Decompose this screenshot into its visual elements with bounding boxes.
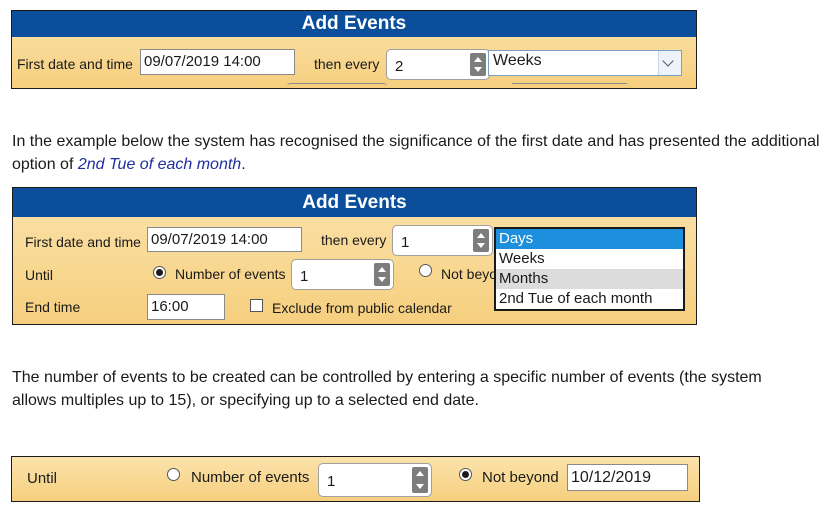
until-panel: Until Number of events 1 Not beyond 10/1… bbox=[11, 456, 700, 502]
intro-paragraph: In the example below the system has reco… bbox=[12, 130, 827, 176]
dropdown-option-weeks[interactable]: Weeks bbox=[496, 249, 683, 269]
until-label: Until bbox=[27, 470, 58, 487]
number-of-events-stepper[interactable]: 1 bbox=[291, 259, 394, 290]
unit-select[interactable]: Weeks bbox=[488, 50, 682, 76]
every-stepper[interactable]: 2 bbox=[386, 49, 490, 80]
chevron-down-icon[interactable] bbox=[658, 51, 681, 75]
panel-title: Add Events bbox=[12, 11, 696, 37]
first-date-label: First date and time bbox=[17, 56, 133, 72]
panel-bottom-edge bbox=[287, 83, 387, 88]
first-date-label: First date and time bbox=[25, 234, 141, 250]
stepper-arrows-icon[interactable] bbox=[374, 263, 390, 286]
number-of-events-label: Number of events bbox=[175, 266, 286, 282]
dropdown-option-days[interactable]: Days bbox=[496, 229, 683, 249]
panel-title: Add Events bbox=[13, 188, 696, 217]
number-of-events-value: 1 bbox=[300, 267, 309, 285]
not-beyond-label: Not beyond bbox=[482, 469, 559, 486]
stepper-arrows-icon[interactable] bbox=[412, 467, 428, 493]
exclude-label: Exclude from public calendar bbox=[272, 300, 452, 316]
number-of-events-stepper[interactable]: 1 bbox=[318, 463, 432, 497]
every-value: 1 bbox=[401, 233, 410, 251]
panel-bottom-edge bbox=[512, 83, 627, 88]
number-of-events-value: 1 bbox=[327, 473, 336, 491]
unit-dropdown-list[interactable]: Days Weeks Months 2nd Tue of each month bbox=[494, 227, 685, 311]
add-events-panel-2: Add Events First date and time 09/07/201… bbox=[12, 187, 697, 325]
every-stepper[interactable]: 1 bbox=[392, 225, 493, 256]
not-beyond-radio[interactable] bbox=[419, 264, 432, 277]
until-label: Until bbox=[25, 267, 54, 283]
add-events-panel-1: Add Events First date and time 09/07/201… bbox=[11, 10, 697, 89]
then-every-label: then every bbox=[314, 56, 380, 72]
first-date-input[interactable]: 09/07/2019 14:00 bbox=[147, 227, 302, 252]
limit-paragraph: The number of events to be created can b… bbox=[12, 369, 762, 409]
end-time-input[interactable]: 16:00 bbox=[147, 294, 225, 320]
stepper-arrows-icon[interactable] bbox=[470, 53, 486, 76]
number-of-events-radio[interactable] bbox=[167, 468, 180, 481]
number-of-events-radio[interactable] bbox=[153, 266, 166, 279]
end-time-label: End time bbox=[25, 299, 81, 315]
number-of-events-label: Number of events bbox=[191, 469, 310, 486]
unit-select-value: Weeks bbox=[493, 52, 542, 69]
every-value: 2 bbox=[395, 57, 404, 75]
then-every-label: then every bbox=[321, 232, 387, 248]
exclude-checkbox[interactable] bbox=[250, 299, 263, 312]
dropdown-option-months[interactable]: Months bbox=[496, 269, 683, 289]
intro-highlight: 2nd Tue of each month bbox=[77, 156, 242, 173]
not-beyond-label: Not beyo bbox=[441, 266, 498, 282]
dropdown-option-2nd-tue[interactable]: 2nd Tue of each month bbox=[496, 289, 683, 309]
intro-end: . bbox=[241, 156, 246, 173]
not-beyond-date-input[interactable]: 10/12/2019 bbox=[567, 464, 688, 491]
stepper-arrows-icon[interactable] bbox=[473, 229, 489, 252]
not-beyond-radio[interactable] bbox=[459, 468, 472, 481]
first-date-input[interactable]: 09/07/2019 14:00 bbox=[140, 49, 295, 75]
